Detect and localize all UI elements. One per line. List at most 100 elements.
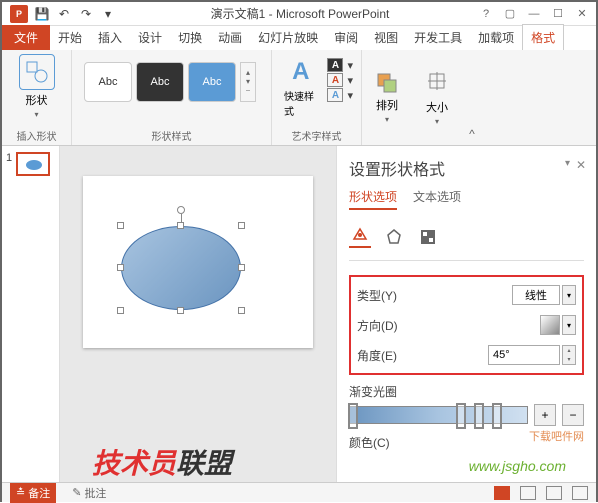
slide-canvas-area[interactable] (60, 146, 336, 482)
arrange-button[interactable]: 排列 ▾ (362, 50, 412, 145)
slideshow-view-icon[interactable] (572, 486, 588, 500)
rotate-handle[interactable] (177, 206, 185, 214)
tab-format[interactable]: 格式 (522, 24, 564, 50)
pane-tab-text-options[interactable]: 文本选项 (413, 188, 461, 210)
redo-icon[interactable]: ↷ (78, 6, 94, 22)
gradient-stop-3[interactable] (474, 403, 484, 429)
thumb-preview (16, 152, 50, 176)
resize-handle-bl[interactable] (117, 307, 124, 314)
resize-handle-l[interactable] (117, 264, 124, 271)
gradient-stop-4[interactable] (492, 403, 502, 429)
resize-handle-br[interactable] (238, 307, 245, 314)
tab-view[interactable]: 视图 (366, 25, 406, 50)
tab-home[interactable]: 开始 (50, 25, 90, 50)
ribbon-tabs: 文件 开始 插入 设计 切换 动画 幻灯片放映 审阅 视图 开发工具 加载项 格… (2, 26, 596, 50)
tab-addins[interactable]: 加载项 (470, 25, 522, 50)
add-stop-icon[interactable]: + (534, 404, 556, 426)
shape-style-2[interactable]: Abc (136, 62, 184, 102)
gradient-stop-2[interactable] (456, 403, 466, 429)
angle-input[interactable] (488, 345, 560, 365)
text-fill-button[interactable]: A▾ (327, 58, 353, 72)
gradient-stop-1[interactable] (348, 403, 358, 429)
tab-file[interactable]: 文件 (2, 25, 50, 50)
size-icon (426, 70, 448, 97)
shape-style-3[interactable]: Abc (188, 62, 236, 102)
ribbon: 形状 ▾ 插入形状 Abc Abc Abc ▴▾⎯ 形状样式 A 快速样式 A▾… (2, 50, 596, 146)
quick-style-label: 快速样式 (284, 88, 317, 118)
pane-close-icon[interactable]: ✕ (576, 158, 586, 172)
pane-tab-shape-options[interactable]: 形状选项 (349, 188, 397, 210)
comments-button[interactable]: ✎ 批注 (66, 485, 112, 501)
style-gallery-more[interactable]: ▴▾⎯ (240, 62, 256, 102)
format-shape-pane: ▾ ✕ 设置形状格式 形状选项 文本选项 类型(Y) 线性 ▾ (336, 146, 596, 482)
minimize-icon[interactable]: — (524, 5, 544, 23)
normal-view-icon[interactable] (494, 486, 510, 500)
resize-handle-t[interactable] (177, 222, 184, 229)
type-combo[interactable]: 线性 (512, 285, 560, 305)
selected-oval-shape[interactable] (121, 226, 241, 310)
resize-handle-tr[interactable] (238, 222, 245, 229)
fill-line-icon[interactable] (349, 226, 371, 248)
text-outline-button[interactable]: A▾ (327, 73, 353, 87)
shapes-gallery-icon[interactable] (19, 54, 55, 90)
type-dropdown-icon[interactable]: ▾ (562, 285, 576, 305)
tab-insert[interactable]: 插入 (90, 25, 130, 50)
angle-label: 角度(E) (357, 347, 397, 364)
chevron-down-icon: ▾ (34, 110, 38, 119)
status-bar: ≛ 备注 ✎ 批注 (2, 482, 596, 502)
notes-button[interactable]: ≛ 备注 (10, 483, 56, 503)
wordart-preview-icon: A (292, 58, 309, 86)
slide-thumbnails-panel: 1 (2, 146, 60, 482)
tab-slideshow[interactable]: 幻灯片放映 (250, 25, 326, 50)
arrange-label: 排列 (376, 97, 398, 113)
effects-icon[interactable] (383, 226, 405, 248)
direction-label: 方向(D) (357, 317, 398, 334)
tab-design[interactable]: 设计 (130, 25, 170, 50)
help-icon[interactable]: ? (476, 5, 496, 23)
maximize-icon[interactable]: ☐ (548, 5, 568, 23)
window-controls: ? ▢ — ☐ ✕ (476, 5, 596, 23)
quick-access-toolbar: P 💾 ↶ ↷ ▾ (2, 5, 124, 23)
qat-dropdown-icon[interactable]: ▾ (100, 6, 116, 22)
save-icon[interactable]: 💾 (34, 6, 50, 22)
quick-style-button[interactable]: A 快速样式 (280, 54, 321, 122)
resize-handle-b[interactable] (177, 307, 184, 314)
tab-review[interactable]: 审阅 (326, 25, 366, 50)
resize-handle-tl[interactable] (117, 222, 124, 229)
pane-title: 设置形状格式 (349, 156, 584, 180)
highlighted-fields: 类型(Y) 线性 ▾ 方向(D) ▾ 角度(E) ▴▾ (349, 275, 584, 375)
gradient-stops-label: 渐变光圈 (349, 383, 584, 400)
direction-swatch[interactable] (540, 315, 560, 335)
thumb-number: 1 (6, 152, 12, 164)
reading-view-icon[interactable] (546, 486, 562, 500)
pane-options-icon[interactable]: ▾ (565, 158, 570, 169)
remove-stop-icon[interactable]: − (562, 404, 584, 426)
ribbon-options-icon[interactable]: ▢ (500, 5, 520, 23)
group-label-insert: 插入形状 (10, 126, 63, 143)
sorter-view-icon[interactable] (520, 486, 536, 500)
tab-animation[interactable]: 动画 (210, 25, 250, 50)
size-properties-icon[interactable] (417, 226, 439, 248)
direction-dropdown-icon[interactable]: ▾ (562, 315, 576, 335)
title-bar: P 💾 ↶ ↷ ▾ 演示文稿1 - Microsoft PowerPoint ?… (2, 2, 596, 26)
app-icon[interactable]: P (10, 5, 28, 23)
resize-handle-r[interactable] (238, 264, 245, 271)
size-button[interactable]: 大小 ▾ (412, 50, 462, 145)
text-effects-button[interactable]: A▾ (327, 88, 353, 102)
angle-spinner[interactable]: ▴▾ (562, 345, 576, 365)
type-label: 类型(Y) (357, 287, 397, 304)
group-shape-styles: Abc Abc Abc ▴▾⎯ 形状样式 (72, 50, 272, 145)
tab-developer[interactable]: 开发工具 (406, 25, 470, 50)
group-label-styles: 形状样式 (80, 126, 263, 143)
ribbon-collapse-icon[interactable]: ^ (462, 50, 482, 145)
slide-canvas[interactable] (83, 176, 313, 348)
thumb-slide-1[interactable]: 1 (6, 152, 55, 176)
undo-icon[interactable]: ↶ (56, 6, 72, 22)
shape-style-1[interactable]: Abc (84, 62, 132, 102)
workspace: 1 ▾ ✕ 设置形状格式 形状选项 文本选项 (2, 146, 596, 482)
tab-transition[interactable]: 切换 (170, 25, 210, 50)
group-insert-shape: 形状 ▾ 插入形状 (2, 50, 72, 145)
shapes-label: 形状 (26, 92, 48, 108)
gradient-stops-bar[interactable] (349, 406, 528, 424)
close-icon[interactable]: ✕ (572, 5, 592, 23)
